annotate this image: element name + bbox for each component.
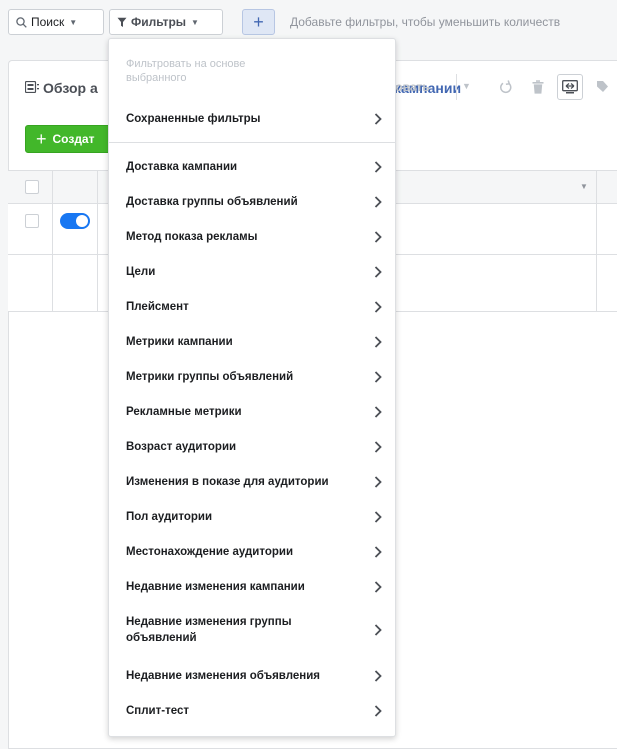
chevron-right-icon	[374, 301, 382, 313]
compare-button[interactable]	[557, 74, 583, 100]
menu-item-split-test[interactable]: Сплит-тест	[109, 697, 395, 725]
menu-item-audience-delivery-changes[interactable]: Изменения в показе для аудитории	[109, 468, 395, 496]
tag-icon	[597, 81, 608, 92]
filters-button[interactable]: Фильтры ▼	[109, 9, 223, 35]
menu-item-label: Метод показа рекламы	[126, 231, 258, 243]
overview-icon	[25, 81, 39, 93]
plus-icon: +	[36, 128, 47, 149]
create-label: Создат	[52, 132, 95, 146]
chevron-right-icon	[374, 441, 382, 453]
menu-item-audience-location[interactable]: Местонахождение аудитории	[109, 538, 395, 566]
menu-item-audience-age[interactable]: Возраст аудитории	[109, 433, 395, 461]
menu-item-label: Доставка кампании	[126, 161, 238, 173]
compare-icon	[562, 80, 578, 94]
chevron-right-icon	[374, 406, 382, 418]
filter-icon	[117, 17, 127, 27]
menu-item-adset-metrics[interactable]: Метрики группы объявлений	[109, 363, 395, 391]
menu-item-label: Сплит-тест	[126, 705, 189, 717]
chevron-right-icon	[374, 581, 382, 593]
menu-item-label: Недавние изменения объявления	[126, 670, 321, 682]
column-divider	[596, 170, 597, 312]
chevron-right-icon	[374, 705, 382, 717]
menu-item-recent-campaign-changes[interactable]: Недавние изменения кампании	[109, 573, 395, 601]
undo-icon	[500, 80, 512, 94]
chevron-right-icon	[374, 231, 382, 243]
chevron-right-icon	[374, 336, 382, 348]
chevron-right-icon	[374, 511, 382, 523]
menu-item-label: Доставка группы объявлений	[126, 196, 298, 208]
menu-item-audience-gender[interactable]: Пол аудитории	[109, 503, 395, 531]
menu-item-adset-delivery[interactable]: Доставка группы объявлений	[109, 188, 395, 216]
menu-item-label: Сохраненные фильтры	[126, 113, 261, 125]
toggle-knob	[76, 215, 88, 227]
divider	[456, 74, 457, 100]
menu-item-label: Метрики группы объявлений	[126, 371, 294, 383]
search-label: Поиск	[31, 15, 65, 29]
chevron-right-icon	[374, 624, 382, 636]
column-sort-icon[interactable]: ▼	[580, 182, 588, 191]
tag-button[interactable]	[596, 74, 617, 100]
campaign-toggle[interactable]	[60, 213, 90, 229]
menu-item-label: Рекламные метрики	[126, 406, 242, 418]
filters-dropdown: Фильтровать на основе выбранного Сохране…	[108, 38, 396, 737]
menu-item-label: Пол аудитории	[126, 511, 213, 523]
menu-item-campaign-metrics[interactable]: Метрики кампании	[109, 328, 395, 356]
add-filter-button[interactable]: +	[242, 9, 275, 35]
chevron-right-icon	[374, 196, 382, 208]
chevron-right-icon	[374, 113, 382, 125]
menu-item-label: Возраст аудитории	[126, 441, 237, 453]
menu-item-recent-ad-changes[interactable]: Недавние изменения объявления	[109, 662, 395, 690]
search-icon	[16, 16, 27, 28]
chevron-down-icon[interactable]: ▼	[462, 81, 471, 91]
row-checkbox[interactable]	[25, 214, 39, 228]
menu-item-objectives[interactable]: Цели	[109, 258, 395, 286]
menu-item-label: Изменения в показе для аудитории	[126, 476, 329, 488]
menu-item-placement[interactable]: Плейсмент	[109, 293, 395, 321]
chevron-right-icon	[374, 670, 382, 682]
menu-item-delivery-method[interactable]: Метод показа рекламы	[109, 223, 395, 251]
delete-button[interactable]	[525, 74, 551, 100]
dropdown-divider	[109, 142, 395, 143]
menu-item-label: Местонахождение аудитории	[126, 546, 294, 558]
menu-item-label: Цели	[126, 266, 156, 278]
column-divider	[52, 170, 53, 312]
chevron-right-icon	[374, 371, 382, 383]
select-all-checkbox[interactable]	[25, 180, 39, 194]
column-divider	[97, 170, 98, 312]
dropdown-header: Фильтровать на основе выбранного	[126, 58, 246, 84]
chevron-right-icon	[374, 476, 382, 488]
search-button[interactable]: Поиск ▼	[8, 9, 104, 35]
chevron-right-icon	[374, 266, 382, 278]
menu-item-label: Метрики кампании	[126, 336, 233, 348]
duplicate-button[interactable]: ровать ▼	[388, 74, 480, 100]
chevron-right-icon	[374, 161, 382, 173]
chevron-down-icon: ▼	[69, 17, 78, 27]
filter-hint: Добавьте фильтры, чтобы уменьшить количе…	[290, 15, 561, 29]
menu-item-ad-metrics[interactable]: Рекламные метрики	[109, 398, 395, 426]
filters-label: Фильтры	[131, 15, 187, 29]
trash-icon	[532, 80, 544, 94]
chevron-right-icon	[374, 546, 382, 558]
undo-button[interactable]	[493, 74, 519, 100]
menu-item-label: Плейсмент	[126, 301, 189, 313]
menu-item-recent-adset-changes[interactable]: Недавние изменения группы объявлений	[109, 610, 395, 650]
menu-item-label: Недавние изменения кампании	[126, 581, 305, 593]
menu-item-label: Недавние изменения группы объявлений	[126, 616, 292, 644]
panel-title: Обзор а	[43, 80, 98, 96]
chevron-down-icon: ▼	[191, 17, 199, 27]
menu-item-campaign-delivery[interactable]: Доставка кампании	[109, 153, 395, 181]
menu-item-saved-filters[interactable]: Сохраненные фильтры	[109, 105, 395, 133]
